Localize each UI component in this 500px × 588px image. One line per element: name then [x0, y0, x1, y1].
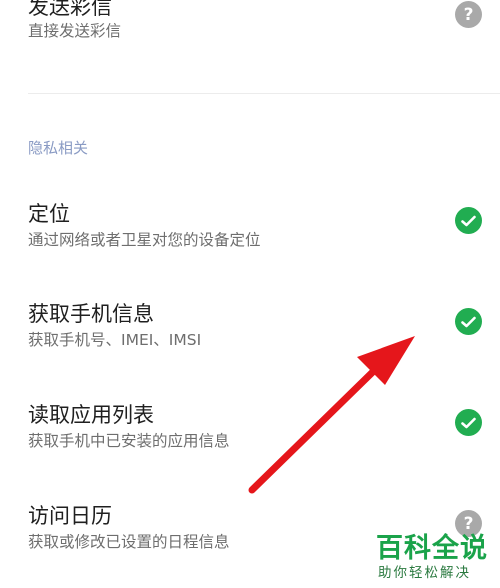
watermark-logo: 百科全说: [376, 533, 488, 564]
arrow-shaft: [248, 356, 389, 494]
red-arrow-annotation: [248, 336, 415, 494]
watermark-tagline: 助你轻松解决: [378, 565, 471, 581]
